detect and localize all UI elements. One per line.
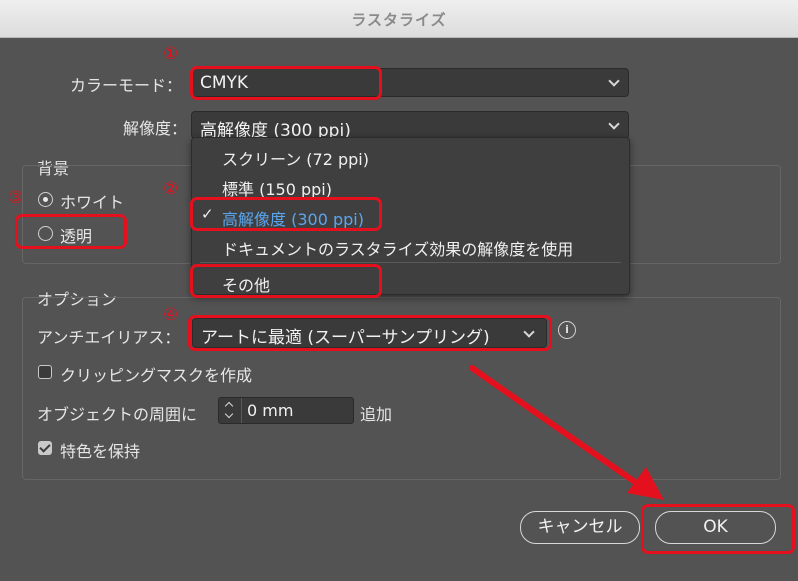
rasterize-dialog: ラスタライズ カラーモード： CMYK 解像度： 高解像度 (300 ppi) … <box>0 0 798 581</box>
red-arrow <box>469 365 664 500</box>
